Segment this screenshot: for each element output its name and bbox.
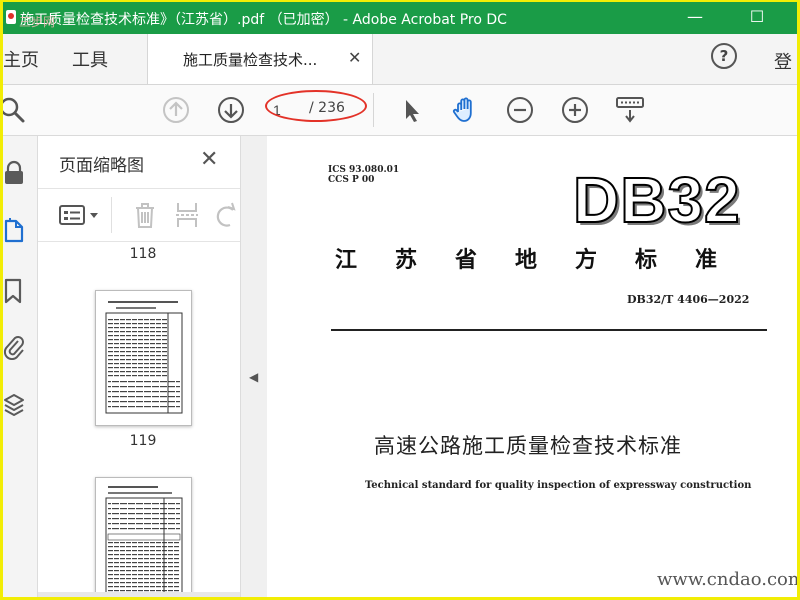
panel-bottom-edge bbox=[38, 592, 240, 597]
acrobat-app-icon[interactable] bbox=[6, 10, 16, 24]
acrobat-window: 施工质量检查技术标准》（江苏省）.pdf （已加密） - Adobe Acrob… bbox=[3, 2, 797, 597]
main-toolbar: / 236 bbox=[3, 85, 797, 136]
header-rule bbox=[331, 329, 767, 331]
page-thumbnails-panel: 页面缩略图 ✕ 118 119 bbox=[38, 136, 270, 597]
search-icon[interactable] bbox=[3, 95, 27, 125]
watermark-text: 三步网 bbox=[19, 15, 56, 29]
db-logo: DB32 bbox=[572, 164, 741, 236]
tab-close-icon[interactable]: ✕ bbox=[348, 48, 361, 67]
tab-document[interactable]: 施工质量检查技术... ✕ bbox=[147, 34, 373, 84]
insert-page-icon[interactable] bbox=[174, 201, 200, 229]
login-link[interactable]: 登 bbox=[774, 48, 792, 74]
title-bar: 施工质量检查技术标准》（江苏省）.pdf （已加密） - Adobe Acrob… bbox=[3, 2, 797, 34]
help-icon[interactable]: ? bbox=[711, 43, 737, 69]
panel-title: 页面缩略图 bbox=[59, 156, 144, 176]
page-thumbnail-120[interactable] bbox=[95, 477, 192, 597]
lock-icon[interactable] bbox=[3, 160, 25, 186]
navigation-rail bbox=[3, 136, 38, 597]
panel-toolbar bbox=[38, 188, 240, 242]
panel-splitter[interactable]: ◀ bbox=[240, 136, 268, 597]
ics-code: ICS 93.080.01 CCS P 00 bbox=[328, 165, 399, 185]
thumbnail-119-preview bbox=[105, 301, 183, 414]
thumbnail-options-icon[interactable] bbox=[58, 203, 102, 227]
panel-divider bbox=[111, 197, 112, 233]
minimize-button[interactable]: — bbox=[683, 6, 707, 28]
tab-tools[interactable]: 工具 bbox=[72, 46, 108, 72]
tab-document-label: 施工质量检查技术... bbox=[183, 51, 318, 69]
ccs-line: CCS P 00 bbox=[328, 175, 375, 185]
window-title: 施工质量检查技术标准》（江苏省）.pdf （已加密） - Adobe Acrob… bbox=[20, 12, 507, 28]
attachment-icon[interactable] bbox=[3, 334, 25, 360]
tab-home[interactable]: 主页 bbox=[3, 46, 39, 72]
delete-page-icon[interactable] bbox=[132, 201, 158, 229]
thumbnail-label-118: 118 bbox=[129, 246, 157, 262]
thumbnail-120-preview bbox=[105, 486, 183, 595]
previous-page-icon[interactable] bbox=[161, 95, 191, 125]
province-standard-heading: 江苏省地方标准 bbox=[335, 247, 756, 273]
layers-icon[interactable] bbox=[3, 392, 25, 418]
bookmark-icon[interactable] bbox=[3, 278, 25, 304]
document-page: ICS 93.080.01 CCS P 00 DB32 江苏省地方标准 DB32… bbox=[267, 136, 797, 597]
next-page-icon[interactable] bbox=[216, 95, 246, 125]
annotation-ellipse bbox=[265, 90, 367, 122]
tab-bar: 主页 工具 施工质量检查技术... ✕ ? 登 bbox=[3, 34, 797, 85]
select-arrow-icon[interactable] bbox=[396, 95, 426, 125]
page-thumbnails-icon[interactable] bbox=[3, 218, 25, 244]
panel-close-icon[interactable]: ✕ bbox=[200, 147, 218, 172]
rotate-page-icon[interactable] bbox=[214, 201, 240, 229]
ics-line: ICS 93.080.01 bbox=[328, 165, 400, 175]
document-title-cn: 高速公路施工质量检查技术标准 bbox=[374, 434, 682, 458]
standard-code: DB32/T 4406—2022 bbox=[627, 293, 750, 306]
toolbar-divider bbox=[373, 93, 374, 127]
hand-tool-icon[interactable] bbox=[450, 95, 480, 125]
page-display-icon[interactable] bbox=[614, 95, 648, 125]
site-watermark: www.cndao.com bbox=[657, 569, 797, 590]
document-title-en: Technical standard for quality inspectio… bbox=[365, 480, 752, 491]
collapse-panel-icon[interactable]: ◀ bbox=[249, 370, 258, 384]
thumbnail-label-119: 119 bbox=[129, 433, 157, 449]
zoom-out-icon[interactable] bbox=[505, 95, 535, 125]
page-thumbnail-119[interactable] bbox=[95, 290, 192, 426]
zoom-in-icon[interactable] bbox=[560, 95, 590, 125]
maximize-button[interactable]: ☐ bbox=[745, 6, 769, 28]
